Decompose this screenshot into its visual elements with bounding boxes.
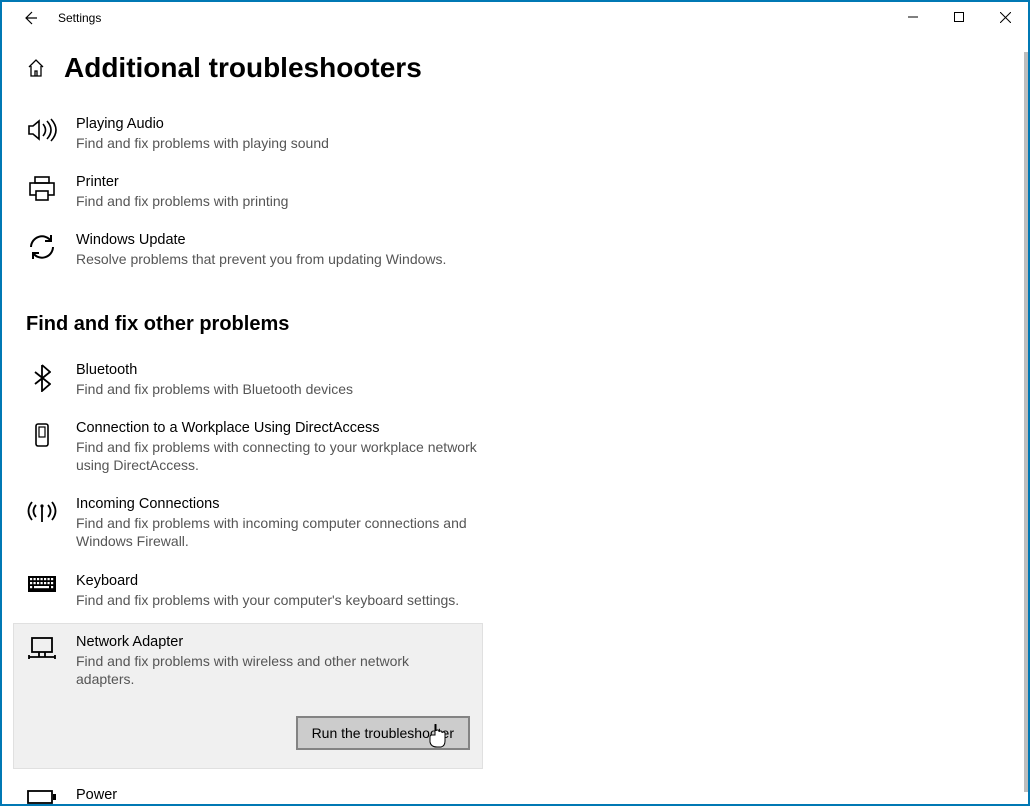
item-title: Printer: [76, 174, 288, 190]
item-sub: Find and fix problems with your computer…: [76, 591, 459, 609]
troubleshooter-item-printer[interactable]: Printer Find and fix problems with print…: [26, 166, 1004, 224]
section-header: Find and fix other problems: [26, 313, 1004, 336]
item-sub: Find and fix problems with Bluetooth dev…: [76, 380, 353, 398]
update-icon: [26, 232, 58, 260]
item-sub: Find and fix problems with wireless and …: [76, 652, 470, 688]
troubleshooter-item-keyboard[interactable]: Keyboard Find and fix problems with your…: [26, 565, 1004, 623]
troubleshooter-item-network-adapter[interactable]: Network Adapter Find and fix problems wi…: [13, 623, 483, 769]
network-icon: [26, 634, 58, 662]
item-title: Connection to a Workplace Using DirectAc…: [76, 420, 496, 436]
item-sub: Find and fix problems with connecting to…: [76, 438, 496, 474]
troubleshooter-item-bluetooth[interactable]: Bluetooth Find and fix problems with Blu…: [26, 354, 1004, 412]
close-button[interactable]: [982, 2, 1028, 32]
antenna-icon: [26, 496, 58, 524]
back-button[interactable]: [8, 3, 52, 33]
home-icon[interactable]: [26, 58, 46, 78]
item-sub: Resolve problems that prevent you from u…: [76, 250, 446, 268]
item-title: Bluetooth: [76, 362, 353, 378]
content-area: Additional troubleshooters Playing Audio…: [2, 34, 1028, 804]
maximize-button[interactable]: [936, 2, 982, 32]
item-title: Incoming Connections: [76, 496, 496, 512]
page-title: Additional troubleshooters: [64, 52, 422, 84]
title-bar: Settings: [2, 2, 1028, 34]
app-name: Settings: [52, 11, 101, 25]
briefcase-icon: [26, 420, 58, 448]
item-title: Network Adapter: [76, 634, 470, 650]
page-header: Additional troubleshooters: [26, 52, 1004, 84]
troubleshooter-item-playing-audio[interactable]: Playing Audio Find and fix problems with…: [26, 108, 1004, 166]
item-sub: Find and fix problems with incoming comp…: [76, 514, 496, 550]
item-title: Power: [76, 787, 496, 803]
minimize-button[interactable]: [890, 2, 936, 32]
troubleshooter-item-incoming-connections[interactable]: Incoming Connections Find and fix proble…: [26, 488, 1004, 564]
troubleshooter-item-directaccess[interactable]: Connection to a Workplace Using DirectAc…: [26, 412, 1004, 488]
item-title: Keyboard: [76, 573, 459, 589]
printer-icon: [26, 174, 58, 202]
bluetooth-icon: [26, 362, 58, 392]
run-troubleshooter-button[interactable]: Run the troubleshooter: [296, 716, 470, 750]
item-title: Windows Update: [76, 232, 446, 248]
audio-icon: [26, 116, 58, 142]
keyboard-icon: [26, 573, 58, 593]
battery-icon: [26, 787, 58, 804]
troubleshooter-item-power[interactable]: Power Find and fix problems with your co…: [26, 779, 1004, 804]
item-sub: Find and fix problems with printing: [76, 192, 288, 210]
item-title: Playing Audio: [76, 116, 329, 132]
item-sub: Find and fix problems with playing sound: [76, 134, 329, 152]
scrollbar[interactable]: [1024, 52, 1028, 792]
troubleshooter-item-windows-update[interactable]: Windows Update Resolve problems that pre…: [26, 224, 1004, 282]
